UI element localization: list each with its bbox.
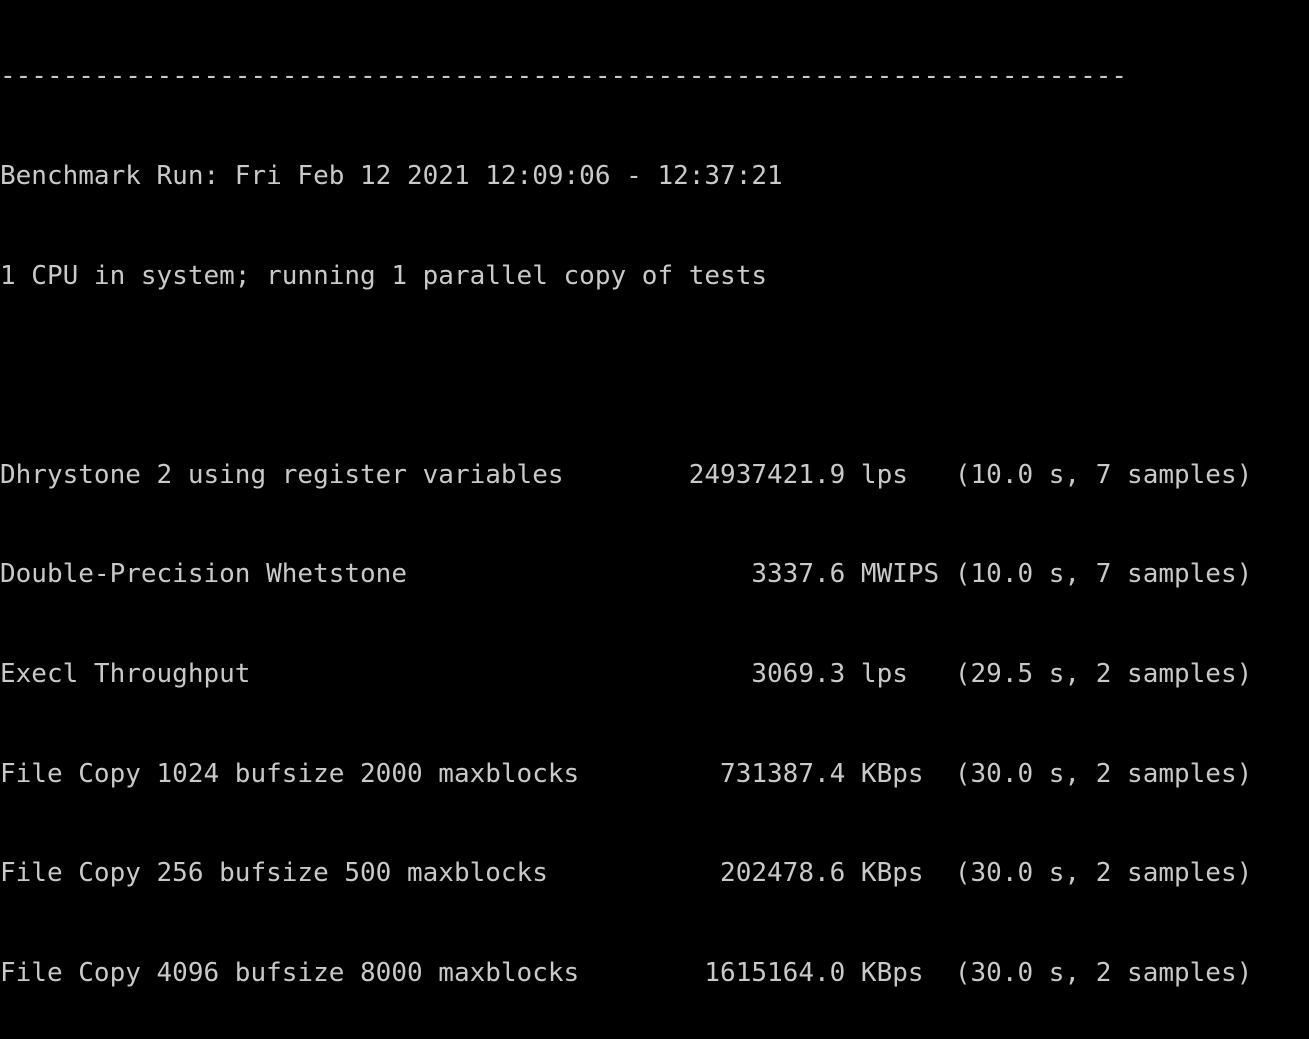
result-row-filecopy-1024: File Copy 1024 bufsize 2000 maxblocks 73… xyxy=(0,758,1253,789)
result-row-execl: Execl Throughput 3069.3 lps (29.5 s, 2 s… xyxy=(0,658,1253,689)
cpu-info-line: 1 CPU in system; running 1 parallel copy… xyxy=(0,260,768,291)
benchmark-run-line: Benchmark Run: Fri Feb 12 2021 12:09:06 … xyxy=(0,161,783,191)
result-row-filecopy-256: File Copy 256 bufsize 500 maxblocks 2024… xyxy=(0,858,1253,889)
terminal-output[interactable]: ----------------------------------------… xyxy=(0,0,1309,1039)
result-row-whetstone: Double-Precision Whetstone 3337.6 MWIPS … xyxy=(0,559,1253,590)
result-row-filecopy-4096: File Copy 4096 bufsize 8000 maxblocks 16… xyxy=(0,957,1253,988)
separator-rule: ----------------------------------------… xyxy=(0,61,1128,92)
result-row-dhrystone: Dhrystone 2 using register variables 249… xyxy=(0,459,1253,490)
